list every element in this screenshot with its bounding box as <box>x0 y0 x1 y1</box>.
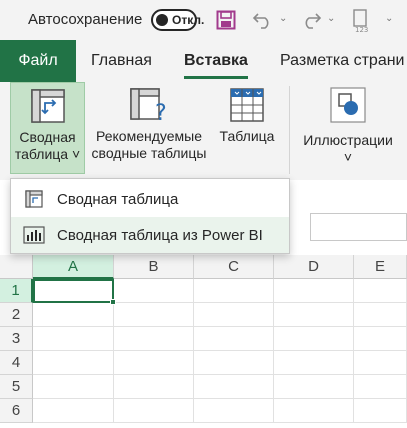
redo-icon[interactable] <box>300 8 322 32</box>
cell-d4[interactable] <box>274 351 354 375</box>
cell-c1[interactable] <box>194 279 274 303</box>
row-header-4[interactable]: 4 <box>0 351 33 375</box>
cell-e2[interactable] <box>354 303 407 327</box>
recommended-pivot-button[interactable]: ? Рекомендуемые сводные таблицы <box>88 82 210 174</box>
menu-item-pivot-table-label: Сводная таблица <box>57 190 179 208</box>
tab-active-underline <box>184 76 248 79</box>
ribbon-insert: Сводная таблица ˅ ? Рекомендуемые сводны… <box>0 82 407 180</box>
column-header-e[interactable]: E <box>354 255 407 279</box>
row-header-5[interactable]: 5 <box>0 375 33 399</box>
cell-b5[interactable] <box>114 375 194 399</box>
svg-text:123: 123 <box>355 26 368 33</box>
powerbi-icon <box>11 226 57 244</box>
cell-a1[interactable] <box>33 279 116 305</box>
cell-d5[interactable] <box>274 375 354 399</box>
cell-c3[interactable] <box>194 327 274 351</box>
pivot-table-dropdown: Сводная таблица Сводная таблица из Power… <box>10 178 290 254</box>
autosave-state: Откл. <box>172 13 205 27</box>
cell-d6[interactable] <box>274 399 354 423</box>
recommended-pivot-label-1: Рекомендуемые <box>96 128 202 144</box>
row-header-2[interactable]: 2 <box>0 303 33 327</box>
cell-b2[interactable] <box>114 303 194 327</box>
pivot-table-small-icon <box>11 189 57 209</box>
cell-c6[interactable] <box>194 399 274 423</box>
tab-file[interactable]: Файл <box>0 40 76 82</box>
table-label: Таблица <box>219 128 275 144</box>
menu-item-pivot-table[interactable]: Сводная таблица <box>11 181 289 217</box>
cell-c2[interactable] <box>194 303 274 327</box>
row-header-1[interactable]: 1 <box>0 279 33 303</box>
menu-item-pivot-from-powerbi[interactable]: Сводная таблица из Power BI <box>11 217 289 253</box>
pivot-table-icon <box>29 87 67 125</box>
table-button[interactable]: Таблица <box>214 82 280 174</box>
cell-d2[interactable] <box>274 303 354 327</box>
illustrations-icon <box>329 86 367 124</box>
cell-a2[interactable] <box>33 303 114 327</box>
cell-c4[interactable] <box>194 351 274 375</box>
undo-dropdown-icon[interactable]: ⌄ <box>279 13 287 24</box>
cell-a4[interactable] <box>33 351 114 375</box>
cell-a5[interactable] <box>33 375 114 399</box>
row-header-3[interactable]: 3 <box>0 327 33 351</box>
recommended-pivot-icon: ? <box>128 86 170 126</box>
title-bar: Автосохранение Откл. ⌄ ⌄ 123 ⌄ <box>0 0 407 40</box>
cell-b4[interactable] <box>114 351 194 375</box>
menu-item-pivot-from-powerbi-label: Сводная таблица из Power BI <box>57 226 263 244</box>
formula-input[interactable] <box>310 213 407 241</box>
worksheet-grid: A B C D E 1 2 3 4 5 6 <box>0 255 407 428</box>
tab-page-layout[interactable]: Разметка страни <box>280 40 404 82</box>
toggle-knob <box>156 14 168 26</box>
illustrations-button[interactable]: Иллюстрации ˅ <box>296 82 400 174</box>
undo-icon[interactable] <box>252 8 274 32</box>
illustrations-chevron-icon: ˅ <box>343 149 353 165</box>
quick-access-more-icon[interactable]: ⌄ <box>385 13 393 24</box>
cell-c5[interactable] <box>194 375 274 399</box>
cell-e5[interactable] <box>354 375 407 399</box>
column-header-c[interactable]: C <box>194 255 274 279</box>
recommended-pivot-label-2: сводные таблицы <box>91 145 207 161</box>
cell-e1[interactable] <box>354 279 407 303</box>
autosave-label: Автосохранение <box>28 11 143 28</box>
cell-b6[interactable] <box>114 399 194 423</box>
save-icon[interactable] <box>216 8 236 32</box>
cell-a6[interactable] <box>33 399 114 423</box>
ribbon-separator <box>289 86 290 174</box>
redo-dropdown-icon[interactable]: ⌄ <box>327 13 335 24</box>
cell-d1[interactable] <box>274 279 354 303</box>
cell-e3[interactable] <box>354 327 407 351</box>
column-header-d[interactable]: D <box>274 255 354 279</box>
pivot-table-label-2: таблица ˅ <box>14 146 81 162</box>
cell-a3[interactable] <box>33 327 114 351</box>
ribbon-tabs: Файл Главная Вставка Разметка страни <box>0 40 407 82</box>
cell-e4[interactable] <box>354 351 407 375</box>
column-header-a[interactable]: A <box>33 255 114 279</box>
pivot-table-label-1: Сводная <box>19 129 76 145</box>
pivot-table-button[interactable]: Сводная таблица ˅ <box>10 82 85 174</box>
illustrations-label: Иллюстрации <box>303 132 393 148</box>
cell-e6[interactable] <box>354 399 407 423</box>
select-all-corner[interactable] <box>0 255 33 279</box>
table-icon <box>228 86 266 124</box>
tab-home[interactable]: Главная <box>91 40 152 82</box>
svg-text:?: ? <box>155 101 167 124</box>
autosave-toggle[interactable]: Откл. <box>151 9 204 31</box>
cell-b1[interactable] <box>114 279 194 303</box>
column-header-b[interactable]: B <box>114 255 194 279</box>
spelling-icon[interactable]: 123 <box>350 8 374 33</box>
cell-d3[interactable] <box>274 327 354 351</box>
row-header-6[interactable]: 6 <box>0 399 33 423</box>
cell-b3[interactable] <box>114 327 194 351</box>
fill-handle[interactable] <box>110 299 116 305</box>
